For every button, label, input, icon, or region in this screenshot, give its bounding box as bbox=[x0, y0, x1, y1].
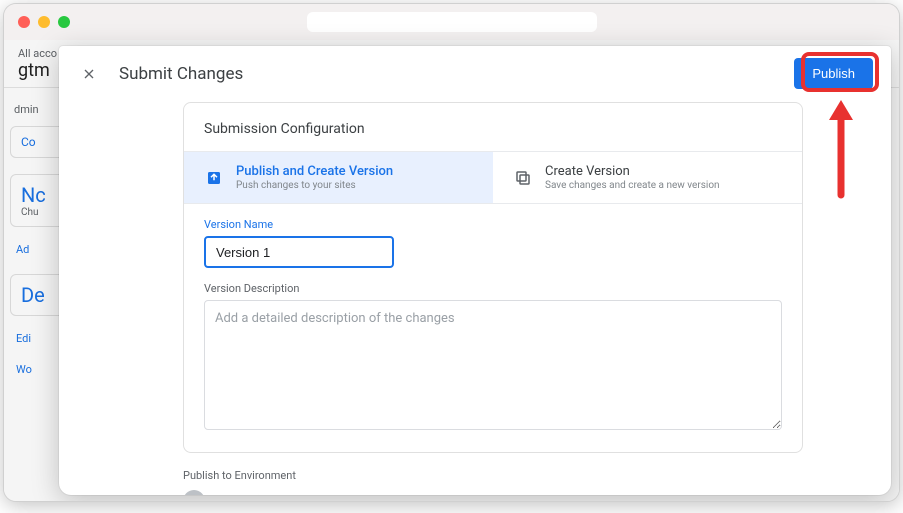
option-subtitle: Save changes and create a new version bbox=[545, 180, 720, 191]
modal-title: Submit Changes bbox=[119, 64, 243, 84]
close-window-icon[interactable] bbox=[18, 16, 30, 28]
minimize-window-icon[interactable] bbox=[38, 16, 50, 28]
globe-icon bbox=[183, 490, 205, 495]
option-title: Create Version bbox=[545, 164, 720, 179]
option-title: Publish and Create Version bbox=[236, 164, 393, 179]
edit-environment-icon[interactable] bbox=[249, 493, 265, 495]
submission-config-panel: Submission Configuration Publish and Cre… bbox=[183, 102, 803, 453]
close-icon[interactable] bbox=[79, 64, 99, 84]
env-row: Live bbox=[183, 490, 803, 495]
publish-icon bbox=[204, 168, 224, 188]
browser-window: All acco gtm dmin Co Nc Chu Ad De Edi Wo bbox=[4, 4, 899, 501]
version-name-label: Version Name bbox=[204, 218, 782, 231]
version-description-input[interactable] bbox=[204, 300, 782, 430]
config-options: Publish and Create Version Push changes … bbox=[184, 151, 802, 204]
version-name-field: Version Name bbox=[184, 204, 802, 268]
window-controls bbox=[18, 16, 70, 28]
url-bar[interactable] bbox=[307, 12, 597, 32]
browser-titlebar bbox=[4, 4, 899, 40]
option-subtitle: Push changes to your sites bbox=[236, 180, 393, 191]
modal-header: Submit Changes Publish bbox=[59, 46, 891, 102]
config-title: Submission Configuration bbox=[184, 121, 802, 151]
copy-icon bbox=[513, 168, 533, 188]
publish-environment-block: Publish to Environment Live bbox=[183, 453, 803, 495]
option-create-version[interactable]: Create Version Save changes and create a… bbox=[493, 152, 802, 203]
env-label: Publish to Environment bbox=[183, 469, 803, 482]
version-description-label: Version Description bbox=[204, 282, 782, 295]
submit-changes-modal: Submit Changes Publish Submission Config… bbox=[59, 46, 891, 495]
version-name-input[interactable] bbox=[204, 236, 394, 268]
modal-content: Submission Configuration Publish and Cre… bbox=[59, 102, 891, 495]
option-publish-and-create[interactable]: Publish and Create Version Push changes … bbox=[184, 152, 493, 203]
env-value: Live bbox=[215, 494, 239, 496]
publish-button[interactable]: Publish bbox=[794, 58, 873, 89]
maximize-window-icon[interactable] bbox=[58, 16, 70, 28]
version-description-field: Version Description bbox=[184, 268, 802, 452]
